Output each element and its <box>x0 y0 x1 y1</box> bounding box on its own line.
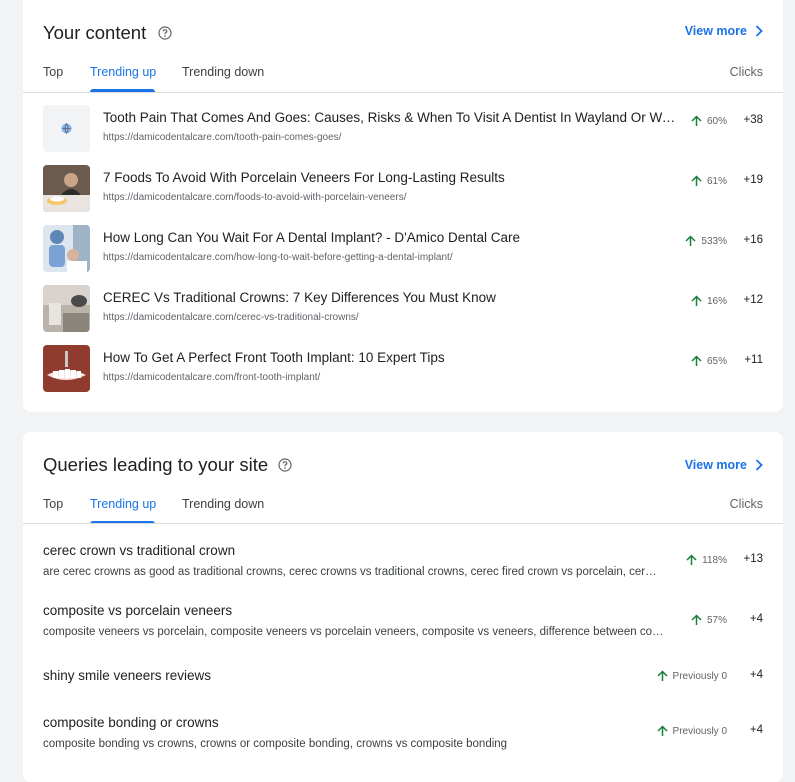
chevron-right-icon <box>755 25 763 37</box>
card-header: Queries leading to your site View more <box>43 454 763 484</box>
content-row[interactable]: How Long Can You Wait For A Dental Impla… <box>43 223 763 275</box>
clicks-delta: +19 <box>743 174 763 186</box>
tab-top[interactable]: Top <box>43 497 63 511</box>
content-row[interactable]: CEREC Vs Traditional Crowns: 7 Key Diffe… <box>43 283 763 335</box>
divider <box>23 523 783 524</box>
query-row[interactable]: composite vs porcelain veneers composite… <box>43 603 763 653</box>
article-thumbnail <box>43 165 90 212</box>
trend-indicator: 61% <box>691 175 727 187</box>
arrow-up-icon <box>691 295 702 306</box>
content-row[interactable]: Tooth Pain That Comes And Goes: Causes, … <box>43 103 763 155</box>
help-circle-icon[interactable] <box>278 458 292 472</box>
tab-trending-up[interactable]: Trending up <box>90 65 156 79</box>
chevron-right-icon <box>755 459 763 471</box>
change-percent: 60% <box>706 115 727 127</box>
tab-bar: Top Trending up Trending down Clicks <box>43 65 763 95</box>
page-url: https://damicodentalcare.com/cerec-vs-tr… <box>103 312 359 323</box>
arrow-up-icon <box>685 235 696 246</box>
view-more-link[interactable]: View more <box>685 24 763 38</box>
query-row[interactable]: cerec crown vs traditional crown are cer… <box>43 543 763 593</box>
clicks-delta: +12 <box>743 294 763 306</box>
arrow-up-icon <box>691 614 702 625</box>
tab-trending-down[interactable]: Trending down <box>182 497 264 511</box>
page-title: 7 Foods To Avoid With Porcelain Veneers … <box>103 170 505 185</box>
clicks-delta: +13 <box>743 553 763 565</box>
change-percent: 533% <box>701 235 727 247</box>
card-title: Your content <box>43 22 147 43</box>
query-row[interactable]: shiny smile veneers reviews Previously 0… <box>43 668 763 692</box>
help-circle-icon[interactable] <box>158 26 172 40</box>
query-text: composite vs porcelain veneers <box>43 603 233 618</box>
page-url: https://damicodentalcare.com/how-long-to… <box>103 252 453 263</box>
tab-top[interactable]: Top <box>43 65 63 79</box>
trend-indicator: Previously 0 <box>657 670 727 682</box>
trend-indicator: 65% <box>691 355 727 367</box>
page-url: https://damicodentalcare.com/tooth-pain-… <box>103 132 342 143</box>
tab-trending-up[interactable]: Trending up <box>90 497 156 511</box>
change-label: Previously 0 <box>672 725 727 737</box>
page-title: How Long Can You Wait For A Dental Impla… <box>103 230 521 245</box>
article-thumbnail <box>43 345 90 392</box>
card-header: Your content View more <box>43 22 763 52</box>
change-percent: 57% <box>706 614 727 626</box>
arrow-up-icon <box>691 115 702 126</box>
clicks-delta: +16 <box>743 234 763 246</box>
article-thumbnail <box>43 225 90 272</box>
page-title: How To Get A Perfect Front Tooth Implant… <box>103 350 445 365</box>
query-row[interactable]: composite bonding or crowns composite bo… <box>43 715 763 765</box>
your-content-card: Your content View more Top Trending up T… <box>23 0 783 412</box>
view-more-label: View more <box>684 24 747 38</box>
trend-indicator: 533% <box>685 235 727 247</box>
globe-placeholder-icon <box>43 105 90 152</box>
related-queries: are cerec crowns as good as traditional … <box>43 566 657 578</box>
trend-indicator: 118% <box>686 554 727 566</box>
query-text: cerec crown vs traditional crown <box>43 543 236 558</box>
content-row[interactable]: How To Get A Perfect Front Tooth Implant… <box>43 343 763 395</box>
clicks-column-header: Clicks <box>729 65 763 79</box>
queries-card: Queries leading to your site View more T… <box>23 432 783 782</box>
trend-indicator: 60% <box>691 115 727 127</box>
query-text: shiny smile veneers reviews <box>43 668 212 683</box>
change-label: Previously 0 <box>672 670 727 682</box>
trend-indicator: 57% <box>691 614 727 626</box>
change-percent: 61% <box>706 175 727 187</box>
related-queries: composite bonding vs crowns, crowns or c… <box>43 738 508 750</box>
arrow-up-icon <box>691 175 702 186</box>
clicks-delta: +11 <box>744 354 763 366</box>
clicks-delta: +38 <box>743 114 763 126</box>
clicks-column-header: Clicks <box>729 497 763 511</box>
card-title: Queries leading to your site <box>43 454 269 475</box>
article-thumbnail <box>43 285 90 332</box>
page-url: https://damicodentalcare.com/front-tooth… <box>103 372 321 383</box>
view-more-link[interactable]: View more <box>685 458 763 472</box>
page-title: CEREC Vs Traditional Crowns: 7 Key Diffe… <box>103 290 496 305</box>
clicks-delta: +4 <box>749 669 763 681</box>
change-percent: 16% <box>706 295 727 307</box>
tab-trending-down[interactable]: Trending down <box>182 65 264 79</box>
page-url: https://damicodentalcare.com/foods-to-av… <box>103 192 407 203</box>
change-percent: 65% <box>706 355 727 367</box>
query-text: composite bonding or crowns <box>43 715 219 730</box>
page-title: Tooth Pain That Comes And Goes: Causes, … <box>103 110 679 125</box>
clicks-delta: +4 <box>749 613 763 625</box>
arrow-up-icon <box>657 725 668 736</box>
content-row[interactable]: 7 Foods To Avoid With Porcelain Veneers … <box>43 163 763 215</box>
change-percent: 118% <box>702 554 727 566</box>
divider <box>23 92 783 93</box>
arrow-up-icon <box>686 554 697 565</box>
related-queries: composite veneers vs porcelain, composit… <box>43 626 664 638</box>
clicks-delta: +4 <box>749 724 763 736</box>
trend-indicator: Previously 0 <box>657 725 727 737</box>
view-more-label: View more <box>684 458 747 472</box>
trend-indicator: 16% <box>691 295 727 307</box>
arrow-up-icon <box>691 355 702 366</box>
arrow-up-icon <box>657 670 668 681</box>
